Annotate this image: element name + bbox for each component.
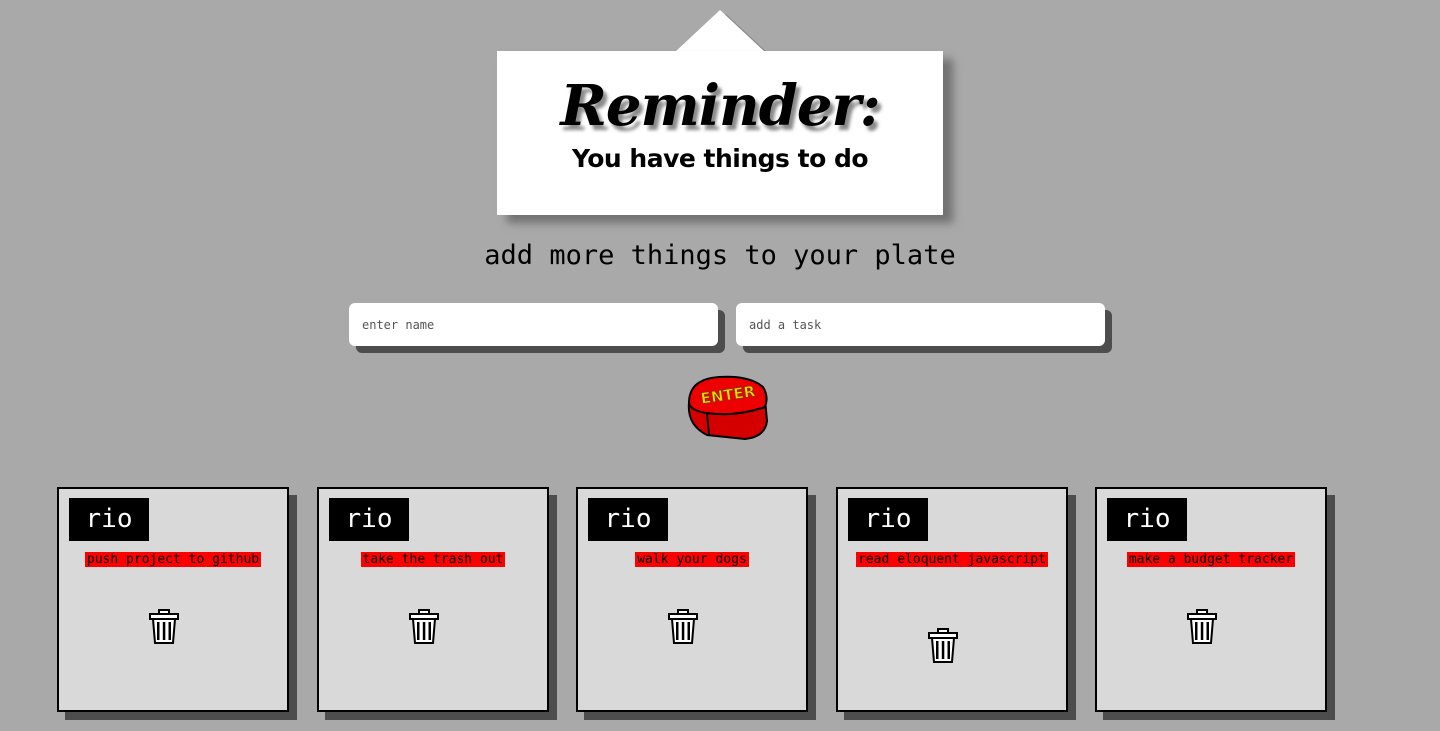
- delete-button[interactable]: [1186, 609, 1218, 645]
- sign-tip: [675, 10, 765, 52]
- card-owner-name: rio: [329, 498, 409, 541]
- card-task-text: make a budget tracker: [1126, 552, 1296, 567]
- reminder-sign: Reminder: You have things to do: [497, 51, 943, 215]
- delete-button[interactable]: [667, 609, 699, 645]
- card-task-text: walk your dogs: [635, 552, 749, 567]
- name-input[interactable]: [349, 303, 718, 346]
- trash-icon: [928, 628, 958, 663]
- task-card: rio take the trash out: [317, 487, 549, 712]
- card-task-text: read eloquent javascript: [856, 552, 1048, 567]
- task-card: rio make a budget tracker: [1095, 487, 1327, 712]
- trash-icon: [1187, 609, 1217, 644]
- page-title: Reminder:: [560, 73, 880, 139]
- card-task-wrapper: walk your dogs: [588, 550, 796, 569]
- delete-button[interactable]: [408, 609, 440, 645]
- card-task-wrapper: take the trash out: [329, 550, 537, 569]
- card-owner-name: rio: [1107, 498, 1187, 541]
- enter-key-icon: ENTER: [687, 375, 769, 441]
- card-owner-name: rio: [848, 498, 928, 541]
- card-owner-name: rio: [69, 498, 149, 541]
- task-input[interactable]: [736, 303, 1105, 346]
- task-card: rio walk your dogs: [576, 487, 808, 712]
- page: Reminder: You have things to do add more…: [0, 0, 1440, 731]
- delete-button[interactable]: [148, 609, 180, 645]
- enter-button[interactable]: ENTER: [685, 373, 771, 443]
- card-task-text: push project to github: [84, 552, 262, 567]
- page-subtitle: You have things to do: [571, 144, 869, 173]
- task-card: rio push project to github: [57, 487, 289, 712]
- card-task-wrapper: make a budget tracker: [1107, 550, 1315, 569]
- trash-icon: [668, 609, 698, 644]
- trash-icon: [149, 609, 179, 644]
- trash-icon: [409, 609, 439, 644]
- card-owner-name: rio: [588, 498, 668, 541]
- card-task-wrapper: read eloquent javascript: [848, 550, 1056, 569]
- card-task-text: take the trash out: [360, 552, 506, 567]
- task-card: rio read eloquent javascript: [836, 487, 1068, 712]
- add-heading: add more things to your plate: [484, 240, 956, 271]
- delete-button[interactable]: [927, 628, 959, 664]
- card-task-wrapper: push project to github: [69, 550, 277, 569]
